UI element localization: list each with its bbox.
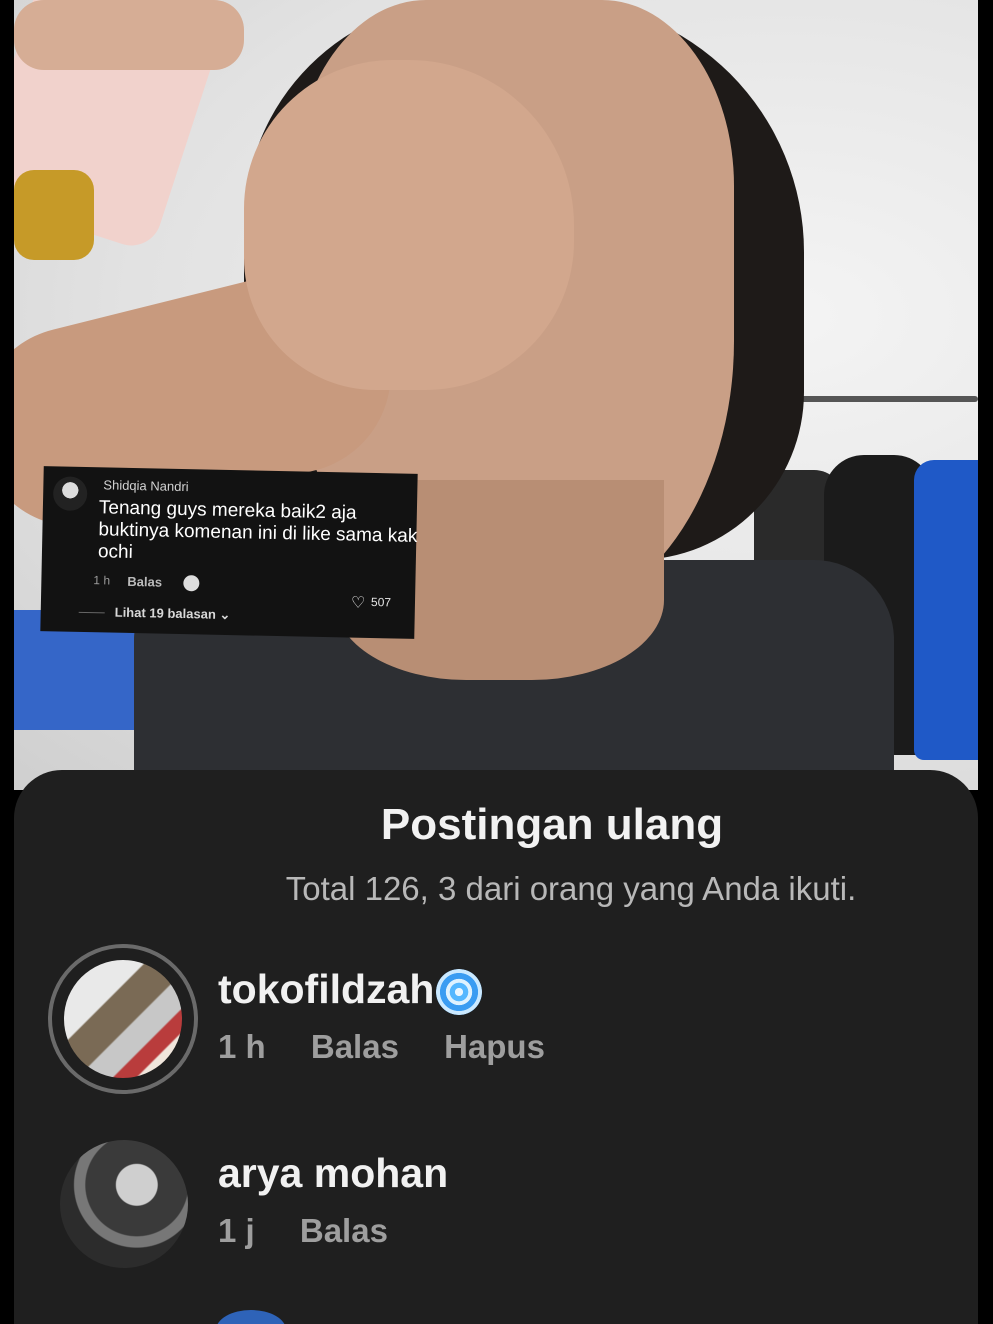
time-label: 1 h xyxy=(218,1028,266,1065)
item-meta: 1 j Balas xyxy=(218,1212,424,1250)
comment-username: Shidqia Nandri xyxy=(103,477,189,495)
clothes-rack xyxy=(774,396,978,402)
comment-text: Tenang guys mereka baik2 aja buktinya ko… xyxy=(97,497,418,563)
bottle-cap xyxy=(14,170,94,260)
view-replies-link: Lihat 19 balasan ⌄ xyxy=(114,604,231,623)
video-frame[interactable] xyxy=(14,0,978,790)
reply-button[interactable]: Balas xyxy=(311,1028,399,1065)
hanging-cloth xyxy=(914,460,978,760)
swirl-badge-icon xyxy=(436,969,483,1016)
reply-button: Balas xyxy=(127,573,163,590)
fingers xyxy=(14,0,244,70)
list-item[interactable]: arya mohan 1 j Balas xyxy=(14,1128,978,1288)
chevron-down-icon: ⌄ xyxy=(219,606,231,623)
repost-sheet: Postingan ulang Total 126, 3 dari orang … xyxy=(14,770,978,1324)
time-label: 1 j xyxy=(218,1212,255,1249)
screen: Shidqia Nandri Tenang guys mereka baik2 … xyxy=(0,0,993,1324)
avatar[interactable] xyxy=(64,960,182,1078)
avatar xyxy=(52,476,88,512)
hand xyxy=(244,60,574,390)
overlay-comment-card: Shidqia Nandri Tenang guys mereka baik2 … xyxy=(40,466,418,639)
list-item[interactable]: tokofildzah 1 h Balas Hapus xyxy=(14,944,978,1104)
reply-button[interactable]: Balas xyxy=(300,1212,388,1249)
username[interactable]: tokofildzah xyxy=(218,966,483,1016)
item-meta: 1 h Balas Hapus xyxy=(218,1028,581,1066)
sheet-subtitle: Total 126, 3 dari orang yang Anda ikuti. xyxy=(285,870,857,907)
divider xyxy=(78,611,105,614)
liked-by-creator-avatar xyxy=(183,575,200,592)
comment-time: 1 h xyxy=(93,573,111,588)
heart-icon: ♡ xyxy=(350,594,366,612)
avatar[interactable] xyxy=(60,1140,188,1268)
delete-button[interactable]: Hapus xyxy=(444,1028,545,1065)
sheet-title: Postingan ulang xyxy=(380,800,724,849)
like-count: 507 xyxy=(370,594,392,610)
username[interactable]: arya mohan xyxy=(218,1150,448,1197)
